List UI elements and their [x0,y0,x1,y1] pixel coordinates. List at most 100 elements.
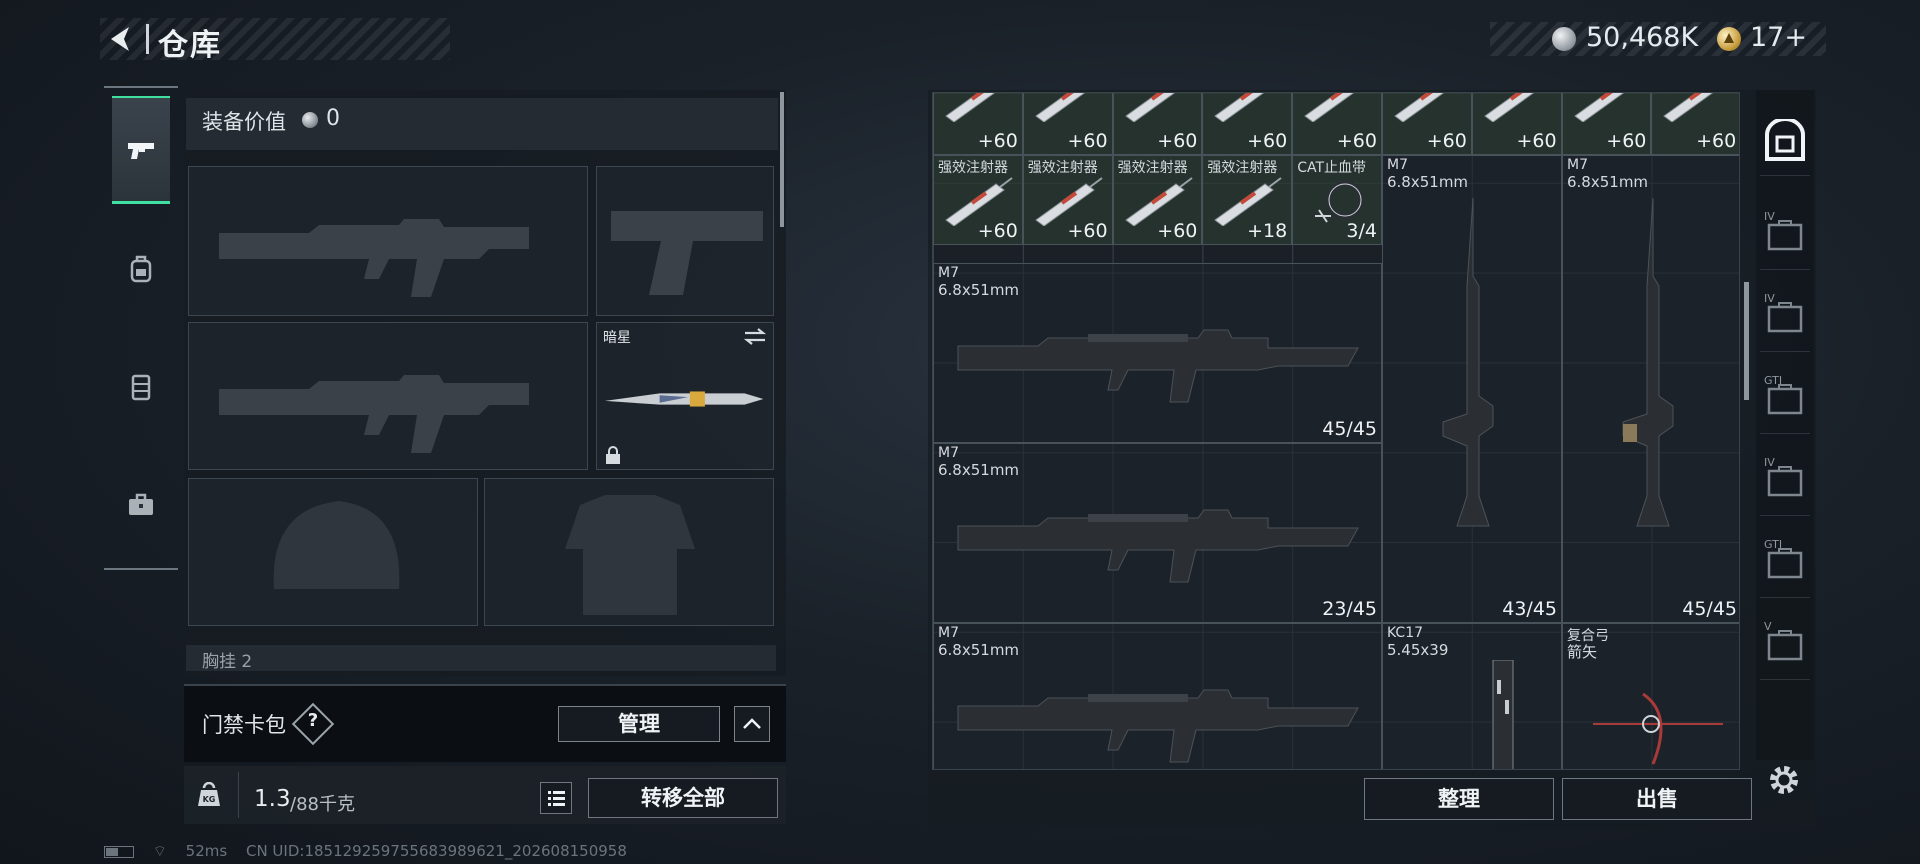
list-view-button[interactable] [540,782,572,814]
injector-item[interactable]: 强效注射器+60 [1382,93,1472,155]
rifle-item[interactable]: M7 6.8x51mm 43/45 [1382,155,1562,623]
helmet-silhouette-icon [273,501,400,589]
injector-item[interactable]: 强效注射器+60 [1022,93,1113,155]
stash-tab[interactable]: IV [1760,282,1810,352]
injector-item[interactable]: 强效注射器+60 [1561,93,1652,155]
rifle-silhouette-icon [219,219,529,297]
loadout-scrollbar[interactable] [780,92,784,227]
stash-tab-main[interactable] [1760,106,1810,176]
manage-button[interactable]: 管理 [558,706,720,742]
injector-item[interactable]: 强效注射器+60 [933,155,1023,245]
item-count: +60 [1606,129,1647,152]
weight-current: 1.3 [254,786,291,812]
stash-tab[interactable]: V [1760,610,1810,680]
item-name: M7 [1567,157,1588,173]
tab-backpack[interactable] [112,214,170,322]
silver-coin-icon [1552,27,1576,51]
injector-item[interactable]: 强效注射器+60 [1292,93,1382,155]
weight-kg-icon: KG [198,782,220,806]
injector-item[interactable]: 强效注射器+60 [1112,155,1203,245]
tourniquet-item[interactable]: CAT止血带 3/4 [1292,155,1382,245]
stash-tab[interactable]: GTI [1760,364,1810,434]
gold-amount[interactable]: 17+ [1750,22,1807,53]
helmet-slot[interactable] [188,478,478,626]
tab-vest[interactable] [112,332,170,440]
stash-tab-level: GTI [1764,374,1783,387]
stash-tab[interactable]: IV [1760,200,1810,270]
tab-toolbox[interactable] [112,450,170,558]
injector-item[interactable]: 强效注射器+60 [1022,155,1113,245]
secondary-weapon-slot[interactable] [188,322,588,470]
collapse-button[interactable] [734,706,770,742]
backpack-icon [130,255,152,283]
svg-text:KG: KG [203,795,216,804]
stash-tab[interactable]: IV [1760,446,1810,516]
stash-tab[interactable]: GTI [1760,528,1810,598]
bow-item[interactable]: 复合弓 箭矢 [1562,623,1739,769]
page-title: 仓库 [158,28,222,63]
item-name: 强效注射器 [938,160,1008,176]
injector-item[interactable]: 强效注射器+60 [1202,93,1293,155]
chest-rig-label: 胸挂 2 [202,652,253,672]
ammo-count: 45/45 [1322,418,1377,440]
smg-item[interactable]: KC17 5.45x39 [1382,623,1562,769]
lock-icon [606,446,620,464]
weight-max: /88千克 [290,794,355,815]
kc17-icon [1492,660,1514,769]
swap-icon[interactable] [741,323,769,351]
item-count: +60 [1067,129,1108,152]
sort-button[interactable]: 整理 [1364,778,1554,820]
item-count: +60 [1426,129,1467,152]
injector-icon [945,177,1013,226]
rifle-item[interactable]: M7 6.8x51mm 45/45 [1562,155,1739,623]
injector-icon [1483,93,1534,122]
rifle-item[interactable]: M7 6.8x51mm 45/45 [933,263,1382,443]
item-count: +60 [1696,129,1737,152]
m7-rifle-icon [957,509,1359,583]
battery-icon [104,845,134,858]
injector-icon [1034,177,1103,226]
stash-tab-level: IV [1764,456,1775,469]
pistol-slot[interactable] [596,166,774,316]
injector-item[interactable]: 强效注射器+60 [933,93,1023,155]
item-name: 强效注射器 [1207,160,1278,176]
stash-tab-level: IV [1764,210,1775,223]
rifle-item[interactable]: M7 6.8x51mm 23/45 [933,443,1382,623]
toolbox-icon [129,493,153,515]
m7-rifle-vertical-icon [1442,197,1494,527]
injector-item[interactable]: 强效注射器 +18 [1202,155,1293,245]
primary-weapon-slot[interactable] [188,166,588,316]
rifle-item[interactable]: M7 6.8x51mm [933,623,1382,769]
gold-coin-icon [1717,27,1741,51]
melee-slot[interactable]: 暗星 [596,322,774,470]
title-divider [146,24,149,54]
armor-slot[interactable] [484,478,774,626]
tab-weapons[interactable] [112,96,170,204]
weight-divider [238,772,239,818]
gear-icon[interactable] [1766,762,1802,798]
m7-rifle-vertical-icon [1622,197,1674,527]
item-name: M7 [1387,157,1408,173]
injector-item[interactable]: 强效注射器+60 [1651,93,1739,155]
sell-button[interactable]: 出售 [1562,778,1752,820]
item-name: M7 [938,265,959,281]
equip-value: 0 [326,106,340,131]
header-bar [100,18,450,60]
m7-rifle-icon [957,689,1359,763]
back-button[interactable] [104,22,138,56]
keycard-bag-label: 门禁卡包 [202,713,286,737]
item-count: +18 [1247,219,1288,242]
injector-icon [1124,93,1175,122]
transfer-all-button[interactable]: 转移全部 [588,778,778,818]
item-name: M7 [938,445,959,461]
injector-item[interactable]: 强效注射器+60 [1112,93,1203,155]
injector-item[interactable]: 强效注射器+60 [1471,93,1562,155]
item-name: 强效注射器 [1027,160,1098,176]
injector-icon [1394,93,1445,122]
inventory-scrollbar[interactable] [1744,282,1749,400]
ammo-count: 23/45 [1322,598,1377,620]
item-caliber: 箭矢 [1567,643,1598,661]
injector-icon [1663,93,1714,122]
silver-amount: 50,468K [1586,22,1699,53]
equip-value-label: 装备价值 [202,110,286,134]
